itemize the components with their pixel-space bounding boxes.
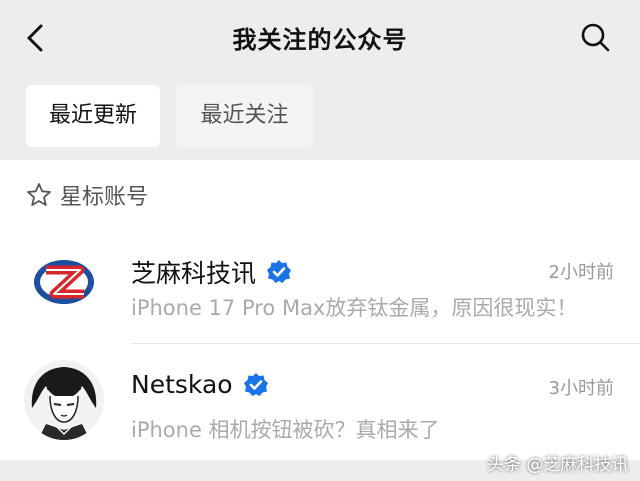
top-bar: 我关注的公众号 最近更新 最近关注 bbox=[0, 0, 640, 160]
zhima-logo-avatar[interactable] bbox=[24, 240, 104, 320]
latest-article-title: iPhone 相机按钮被砍？真相来了 bbox=[131, 418, 440, 442]
account-name-text: Netskao bbox=[131, 370, 233, 399]
starred-section-label: 星标账号 bbox=[60, 185, 149, 210]
verified-badge-icon bbox=[243, 372, 268, 396]
account-row-zhima[interactable]: 芝麻科技讯 2小时前 iPhone 17 Pro Max放弃钛金属，原因很现实！ bbox=[0, 228, 640, 340]
tab-recent-updates[interactable]: 最近更新 bbox=[26, 85, 160, 147]
starred-section-header: 星标账号 bbox=[26, 180, 148, 210]
anime-portrait-avatar[interactable] bbox=[24, 360, 104, 440]
verified-badge-icon bbox=[267, 260, 292, 283]
latest-article-title: iPhone 17 Pro Max放弃钛金属，原因很现实！ bbox=[131, 296, 578, 320]
watermark-text: 头条 @芝麻科技讯 bbox=[487, 455, 629, 475]
account-name: Netskao bbox=[131, 370, 269, 399]
tab-recent-follows[interactable]: 最近关注 bbox=[176, 85, 313, 147]
update-time: 3小时前 bbox=[548, 378, 614, 399]
page-title: 我关注的公众号 bbox=[232, 26, 408, 54]
zhima-logo-icon bbox=[24, 240, 104, 320]
account-row-netskao[interactable]: Netskao 3小时前 iPhone 相机按钮被砍？真相来了 bbox=[0, 346, 640, 458]
search-icon[interactable] bbox=[578, 20, 612, 54]
account-name-text: 芝麻科技讯 bbox=[131, 259, 257, 288]
account-name: 芝麻科技讯 bbox=[131, 254, 292, 290]
anime-portrait-icon bbox=[24, 360, 104, 440]
row-divider bbox=[131, 343, 640, 344]
star-outline-icon bbox=[27, 183, 51, 206]
update-time: 2小时前 bbox=[548, 262, 614, 283]
